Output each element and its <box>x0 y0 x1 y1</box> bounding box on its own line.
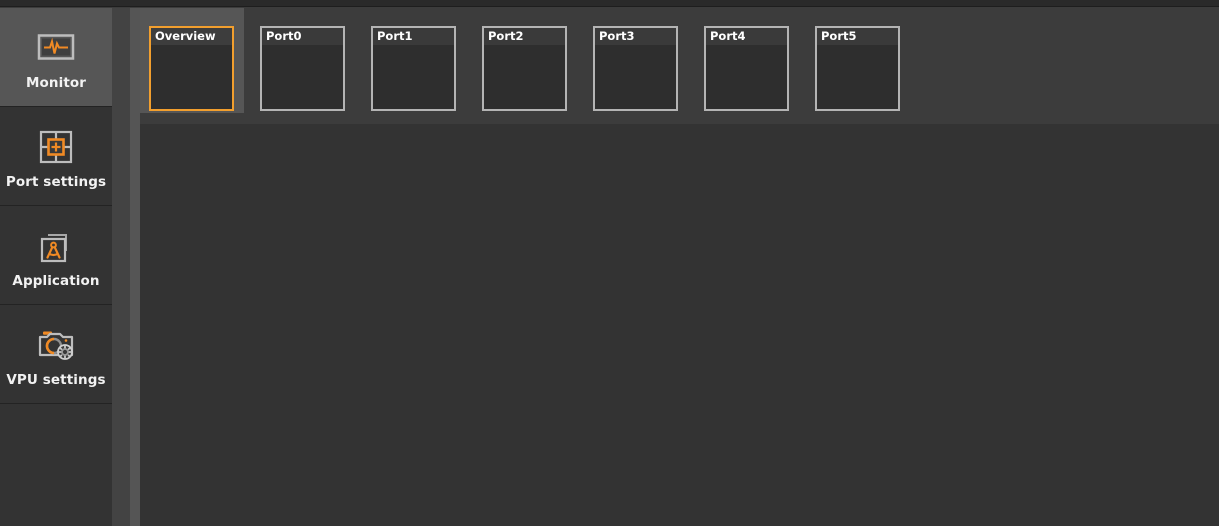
tab-preview <box>484 45 565 109</box>
sidebar-item-label: Port settings <box>5 173 107 190</box>
sidebar-item-label: Monitor <box>25 74 87 91</box>
tab-label: Port5 <box>817 28 898 45</box>
camera-gear-icon <box>33 321 79 367</box>
tab-label: Port2 <box>484 28 565 45</box>
tab-preview <box>706 45 787 109</box>
tab-label: Port1 <box>373 28 454 45</box>
tab-label: Overview <box>151 28 232 45</box>
tab-port3[interactable]: Port3 <box>593 26 678 111</box>
sidebar-item-label: Application <box>12 272 100 289</box>
tab-preview <box>595 45 676 109</box>
sidebar-item-application[interactable]: Application <box>0 206 112 305</box>
main-content-panel <box>140 124 1219 526</box>
sidebar-item-vpu-settings[interactable]: VPU settings <box>0 305 112 404</box>
tab-port1[interactable]: Port1 <box>371 26 456 111</box>
tab-port0[interactable]: Port0 <box>260 26 345 111</box>
application-compass-icon <box>33 222 79 268</box>
port-crosshair-icon <box>33 123 79 169</box>
tab-label: Port3 <box>595 28 676 45</box>
application-window: Monitor Port settings Application VPU se… <box>0 0 1219 526</box>
tab-overview[interactable]: Overview <box>149 26 234 111</box>
tab-label: Port4 <box>706 28 787 45</box>
tab-preview <box>373 45 454 109</box>
tab-port5[interactable]: Port5 <box>815 26 900 111</box>
sidebar-item-port-settings[interactable]: Port settings <box>0 107 112 206</box>
sidebar-item-label: VPU settings <box>6 371 106 388</box>
sidebar-empty-area <box>0 404 112 524</box>
sidebar-item-monitor[interactable]: Monitor <box>0 8 112 107</box>
window-title-bar <box>0 0 1219 7</box>
tab-preview <box>151 45 232 109</box>
monitor-waveform-icon <box>33 24 79 70</box>
tab-label: Port0 <box>262 28 343 45</box>
tab-port2[interactable]: Port2 <box>482 26 567 111</box>
tab-strip: Overview Port0 Port1 Port2 Port3 Port4 P… <box>140 8 1219 120</box>
tab-preview <box>817 45 898 109</box>
tab-port4[interactable]: Port4 <box>704 26 789 111</box>
sidebar: Monitor Port settings Application VPU se… <box>0 8 112 526</box>
splitter-grip[interactable] <box>130 8 140 526</box>
tab-preview <box>262 45 343 109</box>
sidebar-splitter[interactable] <box>112 8 140 526</box>
